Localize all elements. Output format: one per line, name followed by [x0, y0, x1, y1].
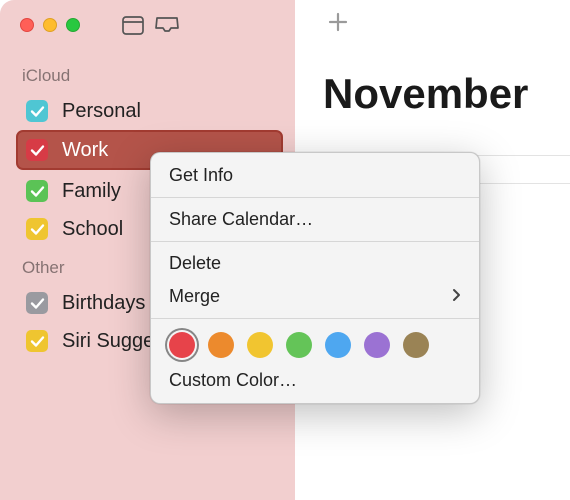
close-window-button[interactable] [20, 18, 34, 32]
menu-custom-color[interactable]: Custom Color… [151, 364, 479, 397]
toolbar-icons [116, 11, 184, 39]
chevron-right-icon [452, 286, 461, 307]
color-swatch[interactable] [169, 332, 195, 358]
calendar-checkbox[interactable] [26, 292, 48, 314]
menu-label: Get Info [169, 165, 233, 186]
calendar-name: Family [62, 180, 121, 203]
menu-merge[interactable]: Merge [151, 280, 479, 313]
menu-separator [151, 241, 479, 242]
color-swatch[interactable] [364, 332, 390, 358]
color-swatch[interactable] [403, 332, 429, 358]
menu-get-info[interactable]: Get Info [151, 159, 479, 192]
color-swatch[interactable] [325, 332, 351, 358]
menu-label: Merge [169, 286, 220, 307]
menu-share-calendar[interactable]: Share Calendar… [151, 203, 479, 236]
month-title: November [323, 70, 570, 118]
color-swatch-row [151, 324, 479, 364]
menu-label: Delete [169, 253, 221, 274]
minimize-window-button[interactable] [43, 18, 57, 32]
calendar-checkbox[interactable] [26, 139, 48, 161]
zoom-window-button[interactable] [66, 18, 80, 32]
calendar-name: Personal [62, 100, 141, 123]
calendar-name: School [62, 218, 123, 241]
inbox-toolbar-icon[interactable] [150, 11, 184, 39]
calendar-name: Birthdays [62, 292, 145, 315]
color-swatch[interactable] [286, 332, 312, 358]
color-swatch[interactable] [247, 332, 273, 358]
calendar-checkbox[interactable] [26, 330, 48, 352]
calendar-checkbox[interactable] [26, 218, 48, 240]
menu-label: Share Calendar… [169, 209, 313, 230]
calendar-list-item[interactable]: Personal [16, 92, 283, 130]
calendar-checkbox[interactable] [26, 180, 48, 202]
color-swatch[interactable] [208, 332, 234, 358]
calendar-toolbar-icon[interactable] [116, 11, 150, 39]
calendar-checkbox[interactable] [26, 100, 48, 122]
sidebar-section-label: iCloud [22, 66, 283, 86]
menu-separator [151, 318, 479, 319]
calendar-context-menu: Get Info Share Calendar… Delete Merge Cu… [150, 152, 480, 404]
menu-separator [151, 197, 479, 198]
menu-delete[interactable]: Delete [151, 247, 479, 280]
app-window: iCloudPersonalWorkFamilySchoolOtherBirth… [0, 0, 570, 500]
add-event-button[interactable] [327, 11, 349, 38]
menu-label: Custom Color… [169, 370, 297, 391]
calendar-name: Work [62, 139, 108, 162]
window-controls [20, 18, 80, 32]
main-toolbar [295, 0, 570, 50]
titlebar [0, 0, 295, 50]
